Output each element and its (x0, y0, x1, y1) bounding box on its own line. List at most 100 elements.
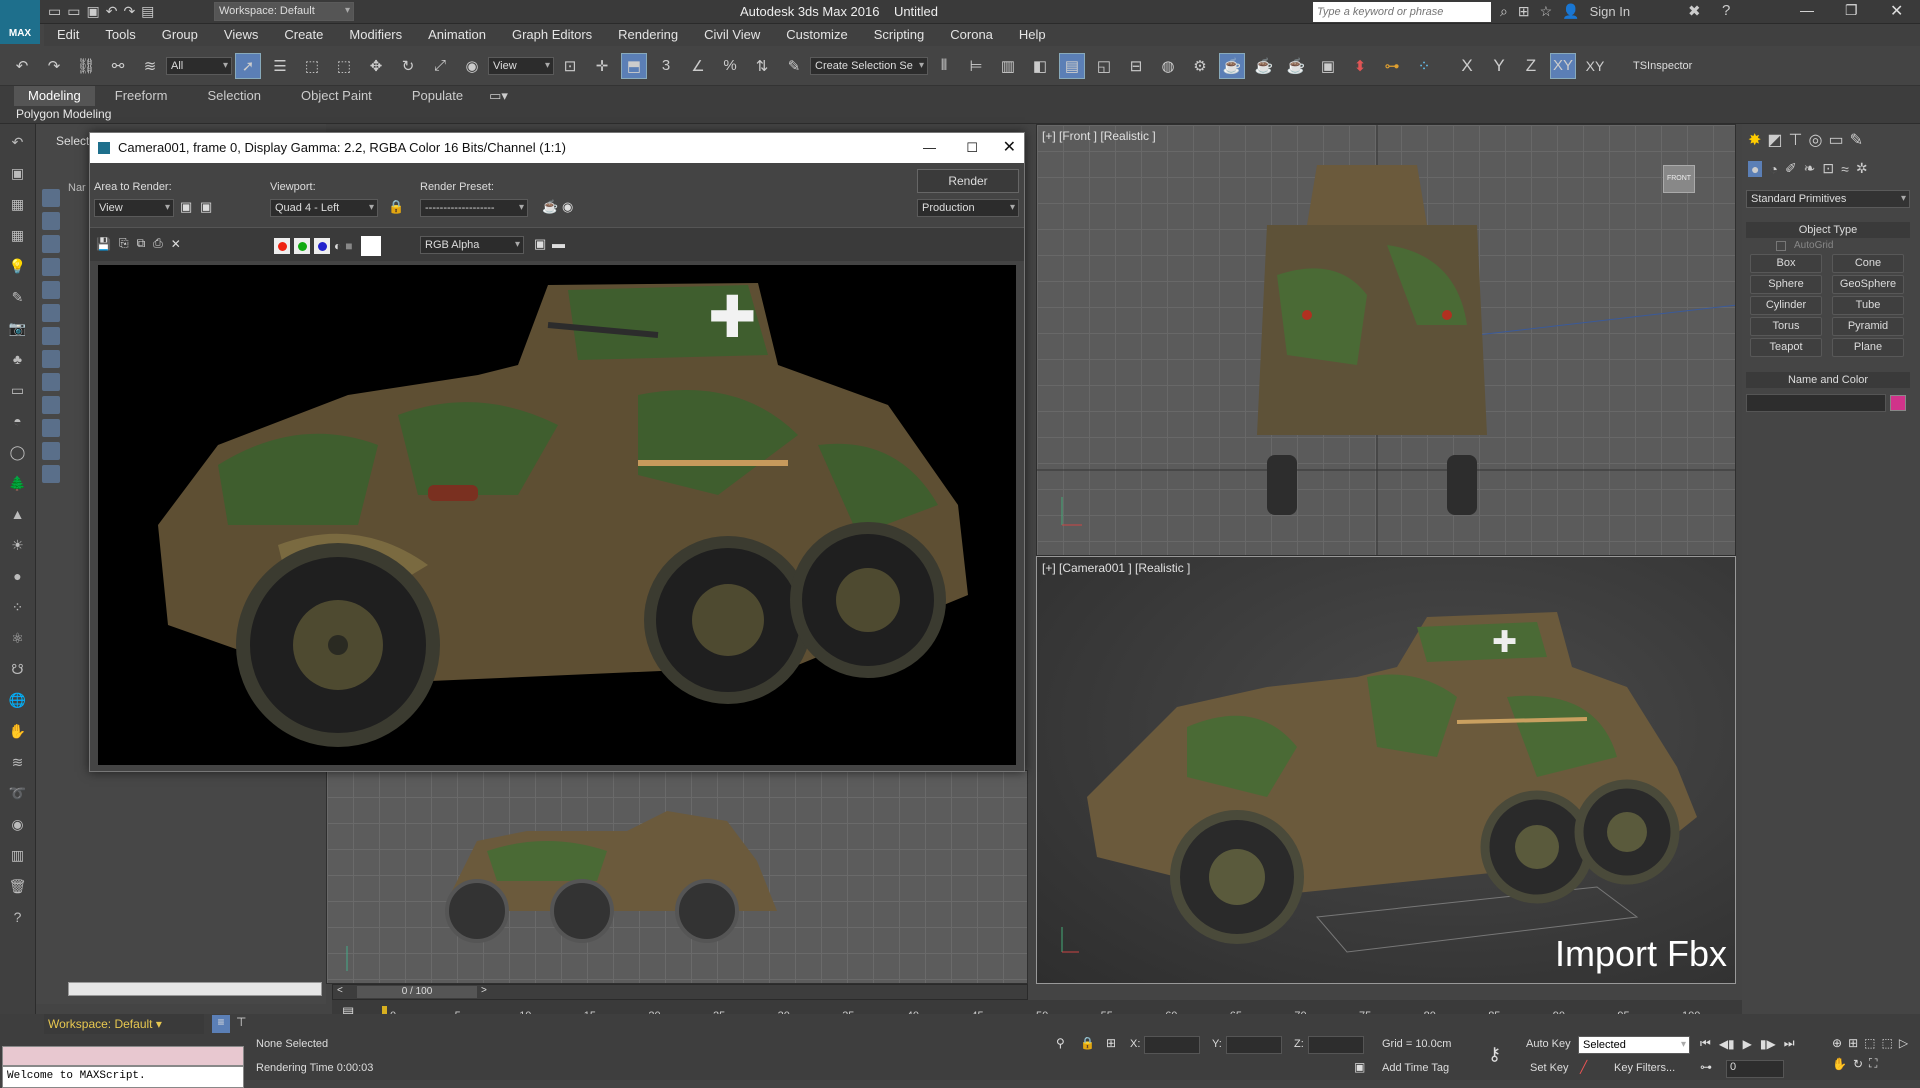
zoom-all-icon[interactable]: ⊞ (1848, 1036, 1858, 1050)
menu-corona[interactable]: Corona (937, 24, 1006, 46)
save-icon[interactable]: ▣ (86, 3, 99, 20)
material-editor-icon[interactable]: ◍ (1155, 53, 1181, 79)
schematic-view-icon[interactable]: ⊟ (1123, 53, 1149, 79)
binoculars-icon[interactable]: ⌕ (1500, 3, 1508, 20)
sign-in-link[interactable]: Sign In (1590, 4, 1630, 19)
search-input[interactable] (1313, 2, 1491, 22)
maxscript-input[interactable] (2, 1046, 244, 1066)
dome-icon[interactable]: ◓ (5, 408, 31, 434)
toggle-ui-icon[interactable]: ▬ (552, 236, 565, 251)
scene-explorer-scrollbar[interactable] (68, 982, 322, 996)
selection-lock-icon[interactable]: 🔒 (1080, 1036, 1095, 1050)
frame-window-minimize-icon[interactable]: — (923, 133, 936, 163)
zoom-extents-all-icon[interactable]: ⬚ (1881, 1036, 1892, 1050)
frame-window-maximize-icon[interactable]: ☐ (966, 133, 978, 163)
scene-select-label[interactable]: Select (56, 134, 89, 148)
tab-modeling[interactable]: Modeling (14, 86, 95, 106)
auto-key-button[interactable]: Auto Key (1526, 1038, 1571, 1050)
add-time-tag-button[interactable]: Add Time Tag (1382, 1062, 1449, 1074)
set-key-button[interactable]: Set Key (1530, 1062, 1569, 1074)
edit-region-icon[interactable]: ▣ (180, 199, 192, 215)
menu-group[interactable]: Group (149, 24, 211, 46)
new-file-icon[interactable]: ▭ (48, 3, 61, 20)
geometry-icon[interactable]: ● (1748, 160, 1763, 177)
render-activeshade-icon[interactable]: ▣ (1315, 53, 1341, 79)
object-color-swatch[interactable] (1890, 395, 1906, 411)
rendered-frame-window-icon[interactable]: ☕ (1219, 52, 1245, 79)
hand-icon[interactable]: ✋ (5, 718, 31, 744)
select-manipulate-icon[interactable]: ✛ (589, 53, 615, 79)
utilities-tab-icon[interactable]: ✎ (1850, 130, 1863, 150)
zoom-extents-icon[interactable]: ⬚ (1864, 1036, 1875, 1050)
isolate-icon[interactable]: ⚲ (1056, 1036, 1065, 1050)
layer-icon[interactable]: ▦ (5, 191, 31, 217)
menu-help[interactable]: Help (1006, 24, 1059, 46)
layer-manager-icon[interactable]: ≡ (212, 1015, 230, 1033)
time-slider-next-icon[interactable]: > (481, 985, 487, 996)
x-coordinate-input[interactable] (1144, 1036, 1200, 1054)
render-mode-dropdown[interactable]: Production (917, 199, 1019, 217)
menu-graph-editors[interactable]: Graph Editors (499, 24, 605, 46)
object-type-header[interactable]: Object Type (1746, 222, 1910, 238)
swatch-white[interactable] (360, 236, 381, 256)
pivot-icon[interactable]: ⊡ (557, 53, 583, 79)
lock-icon[interactable]: 🔒 (388, 199, 404, 215)
area-to-render-dropdown[interactable]: View (94, 199, 174, 217)
primitive-type-dropdown[interactable]: Standard Primitives (1746, 190, 1910, 208)
key-filters-button[interactable]: Key Filters... (1614, 1062, 1675, 1074)
grid-icon[interactable]: ▦ (5, 222, 31, 248)
hierarchy-icon[interactable]: ⊤ (236, 1015, 246, 1029)
spacewarps-icon[interactable]: ≈ (1841, 161, 1849, 177)
tsinspector-button[interactable]: TSInspector (1633, 60, 1692, 72)
tab-freeform[interactable]: Freeform (95, 86, 188, 106)
select-by-name-icon[interactable]: ☰ (267, 53, 293, 79)
particles-icon[interactable]: ⁘ (5, 594, 31, 620)
ribbon-options-icon[interactable]: ▭▾ (483, 86, 514, 106)
workspace-selector[interactable]: Workspace: Default ▾ (44, 1014, 204, 1034)
menu-views[interactable]: Views (211, 24, 271, 46)
menu-scripting[interactable]: Scripting (861, 24, 938, 46)
help-icon[interactable]: ? (1722, 2, 1730, 19)
layers-icon[interactable]: ◧ (1027, 53, 1053, 79)
current-frame-input[interactable]: 0 (1726, 1060, 1784, 1078)
window-crossing-icon[interactable]: ⬚ (331, 53, 357, 79)
clone-window-icon[interactable]: ⧉ (137, 236, 146, 251)
play-icon[interactable]: ▶ (1743, 1037, 1752, 1051)
plane-icon[interactable]: ▭ (5, 377, 31, 403)
selection-filter-dropdown[interactable]: All (166, 56, 232, 75)
red-channel-toggle[interactable] (274, 238, 290, 254)
viewport-dropdown[interactable]: Quad 4 - Left (270, 199, 378, 217)
display-channel-dropdown[interactable]: RGB Alpha (420, 236, 524, 254)
axis-z-button[interactable]: Z (1518, 53, 1544, 79)
joystick-icon[interactable]: ♣ (5, 346, 31, 372)
go-to-start-icon[interactable]: ⏮ (1700, 1036, 1711, 1051)
frame-window-close-icon[interactable]: ✕ (1003, 133, 1016, 163)
light-icon[interactable]: 💡 (5, 253, 31, 279)
render-iterative-icon[interactable]: ☕ (1283, 53, 1309, 79)
undo-icon[interactable]: ↶ (9, 53, 35, 79)
place-icon[interactable]: ◉ (459, 53, 485, 79)
time-slider[interactable]: < 0 / 100 > (332, 984, 1028, 1000)
axis-x-button[interactable]: X (1454, 53, 1480, 79)
angle-snap-icon[interactable]: ∠ (685, 53, 711, 79)
skeleton-icon[interactable]: ☋ (5, 656, 31, 682)
app-logo[interactable]: MAX (0, 0, 40, 44)
render-production-icon[interactable]: ☕ (1251, 53, 1277, 79)
pyramid-button[interactable]: Pyramid (1832, 317, 1904, 336)
teapot-button[interactable]: Teapot (1750, 338, 1822, 357)
globe-icon[interactable]: 🌐 (5, 687, 31, 713)
subscription-icon[interactable]: ⊞ (1518, 3, 1530, 20)
set-keys-icon[interactable]: ╱ (1580, 1060, 1587, 1074)
exchange-icon[interactable]: ✖ (1688, 2, 1701, 20)
cameras-icon[interactable]: ❧ (1804, 160, 1816, 177)
time-slider-prev-icon[interactable]: < (337, 985, 343, 996)
tab-populate[interactable]: Populate (392, 86, 483, 106)
save-image-icon[interactable]: 💾 (96, 237, 111, 251)
layer-explorer-icon[interactable]: ▥ (995, 53, 1021, 79)
blue-channel-toggle[interactable] (314, 238, 330, 254)
tube-button[interactable]: Tube (1832, 296, 1904, 315)
next-frame-icon[interactable]: ▮▶ (1760, 1037, 1776, 1051)
print-icon[interactable]: ⎙ (153, 236, 163, 251)
menu-edit[interactable]: Edit (44, 24, 92, 46)
key-mode-toggle-icon[interactable]: ⊶ (1700, 1060, 1712, 1074)
